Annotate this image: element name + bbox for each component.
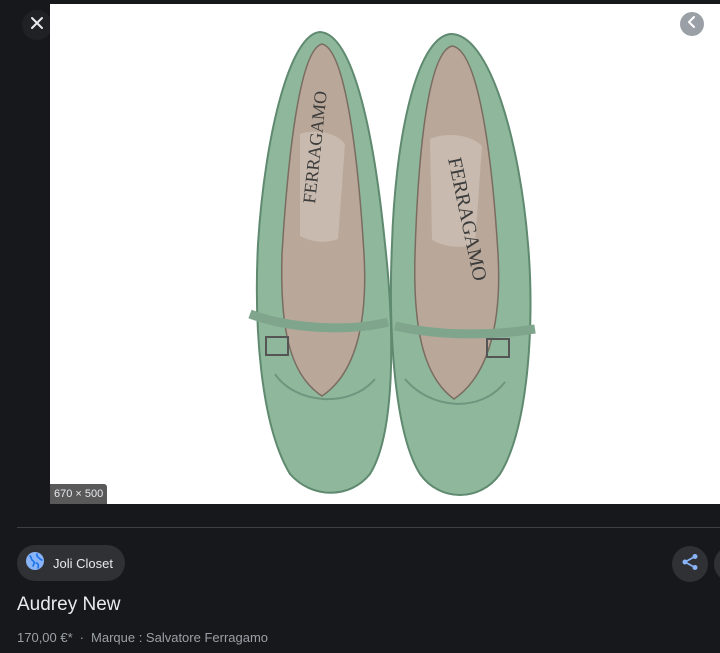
previous-image-button[interactable]: [680, 12, 704, 36]
chevron-left-icon: [687, 15, 697, 33]
shoes-illustration: FERRAGAMO FERRAGAMO: [248, 30, 536, 496]
meta-separator: ·: [79, 630, 85, 645]
close-icon: [30, 16, 44, 35]
product-meta: 170,00 €* · Marque : Salvatore Ferragamo: [17, 630, 268, 645]
product-title[interactable]: Audrey New: [17, 594, 121, 616]
product-price: 170,00 €*: [17, 630, 73, 645]
close-button[interactable]: [22, 10, 52, 40]
source-name: Joli Closet: [53, 555, 113, 571]
divider: [17, 527, 720, 528]
share-button[interactable]: [672, 546, 708, 582]
more-actions-button[interactable]: [714, 546, 720, 582]
left-shoe: FERRAGAMO: [248, 30, 393, 494]
product-brand: Marque : Salvatore Ferragamo: [91, 630, 269, 645]
right-shoe: FERRAGAMO: [389, 32, 536, 496]
source-chip[interactable]: Joli Closet: [17, 545, 125, 581]
globe-icon: [25, 551, 45, 576]
share-icon: [681, 553, 699, 576]
image-dimensions-badge: 670 × 500: [50, 484, 108, 504]
product-image[interactable]: FERRAGAMO FERRAGAMO 670 × 500: [50, 4, 720, 504]
